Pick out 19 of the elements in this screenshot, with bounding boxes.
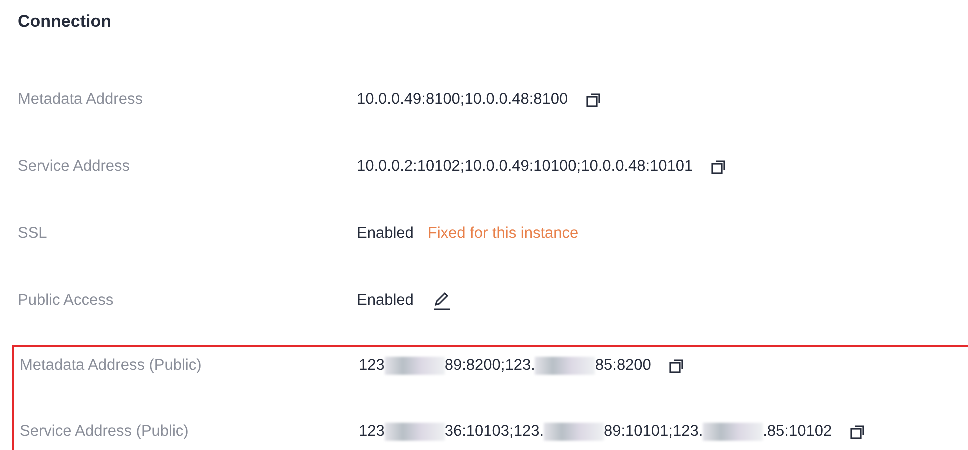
field-value: 10.0.0.49:8100;10.0.0.48:8100: [357, 90, 568, 108]
copy-icon[interactable]: [669, 358, 686, 374]
field-label: Metadata Address (Public): [20, 357, 202, 375]
copy-icon[interactable]: [850, 424, 866, 440]
field-value: Enabled: [357, 224, 414, 242]
field-label: Public Access: [18, 292, 114, 310]
note-text: Fixed for this instance: [428, 224, 579, 242]
edit-icon[interactable]: [432, 290, 452, 310]
copy-icon[interactable]: [711, 158, 728, 174]
address-value: 123 36:10103;123. 89:10101;123. .85:10102: [359, 423, 832, 441]
address-value: 123 89:8200;123. 85:8200: [359, 357, 652, 375]
field-label: Service Address: [18, 158, 130, 176]
field-label: Metadata Address: [18, 90, 143, 108]
copy-icon[interactable]: [586, 92, 602, 108]
field-value: Enabled: [357, 292, 414, 310]
field-value: 10.0.0.2:10102;10.0.0.49:10100;10.0.0.48:10101: [357, 158, 694, 176]
section-title: Connection: [18, 11, 112, 33]
field-label: SSL: [18, 224, 48, 242]
field-label: Service Address (Public): [20, 423, 189, 441]
